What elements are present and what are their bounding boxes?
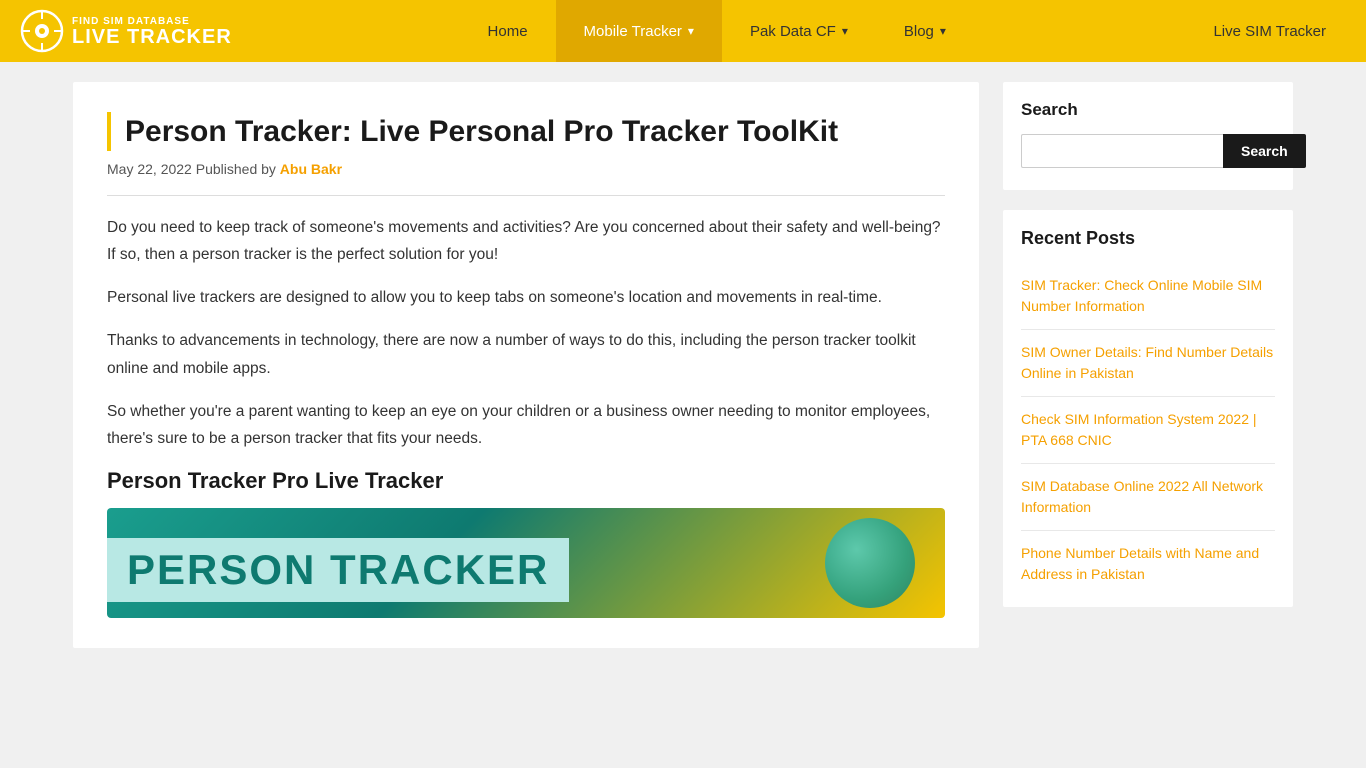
logo-bottom-text: LIVE TRACKER [72,27,232,47]
article-paragraph-4: So whether you're a parent wanting to ke… [107,398,945,452]
logo-text-area: FIND SIM DATABASE LIVE TRACKER [72,16,232,47]
sidebar: Search Search Recent Posts SIM Tracker: … [1003,82,1293,648]
logo-top-text: FIND SIM DATABASE [72,16,232,27]
recent-post-link-2[interactable]: SIM Owner Details: Find Number Details O… [1021,344,1273,381]
list-item: Phone Number Details with Name and Addre… [1021,531,1275,597]
chevron-down-icon: ▾ [688,24,694,38]
nav-home[interactable]: Home [460,0,556,62]
article-image: PERSON TRACKER [107,508,945,618]
main-nav: Home Mobile Tracker ▾ Pak Data CF ▾ Blog… [240,0,1193,62]
list-item: SIM Database Online 2022 All Network Inf… [1021,464,1275,531]
article-title: Person Tracker: Live Personal Pro Tracke… [107,112,945,151]
article-paragraph-2: Personal live trackers are designed to a… [107,284,945,311]
main-content: Person Tracker: Live Personal Pro Tracke… [73,82,979,648]
recent-post-link-1[interactable]: SIM Tracker: Check Online Mobile SIM Num… [1021,277,1262,314]
search-input-row: Search [1021,134,1275,168]
recent-posts-widget: Recent Posts SIM Tracker: Check Online M… [1003,210,1293,607]
search-button[interactable]: Search [1223,134,1306,168]
article-paragraph-3: Thanks to advancements in technology, th… [107,327,945,381]
image-globe-decoration [825,518,915,608]
article-meta: May 22, 2022 Published by Abu Bakr [107,161,945,177]
logo-area[interactable]: FIND SIM DATABASE LIVE TRACKER [20,9,240,53]
nav-pak-data[interactable]: Pak Data CF ▾ [722,0,876,62]
article-author[interactable]: Abu Bakr [280,161,342,177]
search-widget: Search Search [1003,82,1293,190]
list-item: SIM Owner Details: Find Number Details O… [1021,330,1275,397]
section-heading: Person Tracker Pro Live Tracker [107,468,945,494]
image-overlay-text: PERSON TRACKER [107,538,569,602]
recent-post-link-4[interactable]: SIM Database Online 2022 All Network Inf… [1021,478,1263,515]
divider [107,195,945,196]
page-container: Person Tracker: Live Personal Pro Tracke… [53,62,1313,668]
list-item: Check SIM Information System 2022 | PTA … [1021,397,1275,464]
recent-posts-title: Recent Posts [1021,228,1275,249]
chevron-down-icon: ▾ [842,24,848,38]
list-item: SIM Tracker: Check Online Mobile SIM Num… [1021,263,1275,330]
site-header: FIND SIM DATABASE LIVE TRACKER Home Mobi… [0,0,1366,62]
article-paragraph-1: Do you need to keep track of someone's m… [107,214,945,268]
recent-post-link-5[interactable]: Phone Number Details with Name and Addre… [1021,545,1259,582]
nav-mobile-tracker[interactable]: Mobile Tracker ▾ [556,0,722,62]
logo-icon [20,9,64,53]
recent-post-link-3[interactable]: Check SIM Information System 2022 | PTA … [1021,411,1257,448]
search-input[interactable] [1021,134,1223,168]
chevron-down-icon: ▾ [940,24,946,38]
nav-blog[interactable]: Blog ▾ [876,0,974,62]
search-widget-title: Search [1021,100,1275,120]
nav-live-sim-tracker[interactable]: Live SIM Tracker [1193,0,1346,62]
